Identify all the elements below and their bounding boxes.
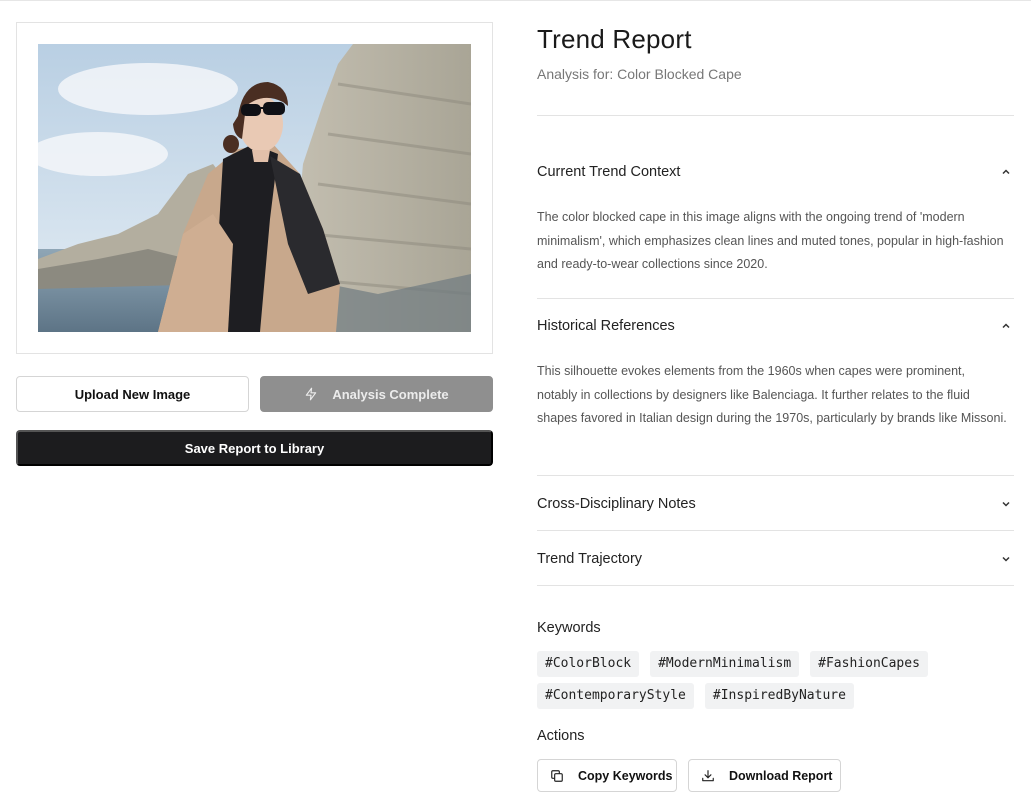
save-report-button[interactable]: Save Report to Library bbox=[16, 430, 493, 466]
section-divider bbox=[537, 475, 1014, 476]
accordion-trend-trajectory[interactable]: Trend Trajectory bbox=[537, 549, 1014, 569]
accordion-body-historical-references: This silhouette evokes elements from the… bbox=[537, 364, 1007, 425]
copy-keywords-button[interactable]: Copy Keywords bbox=[537, 759, 677, 792]
actions-label: Actions bbox=[537, 728, 585, 744]
download-report-label: Download Report bbox=[729, 768, 833, 783]
report-subtitle: Analysis for: Color Blocked Cape bbox=[537, 66, 742, 82]
keyword-tag[interactable]: #FashionCapes bbox=[810, 651, 928, 677]
analysis-button-label: Analysis Complete bbox=[332, 386, 449, 402]
keyword-tag[interactable]: #ModernMinimalism bbox=[650, 651, 800, 677]
accordion-title: Trend Trajectory bbox=[537, 551, 643, 567]
save-button-label: Save Report to Library bbox=[184, 440, 325, 456]
section-divider bbox=[537, 530, 1014, 531]
chevron-up-icon bbox=[1000, 166, 1012, 178]
chevron-down-icon bbox=[1000, 553, 1012, 565]
download-icon bbox=[701, 769, 715, 783]
accordion-title: Cross-Disciplinary Notes bbox=[537, 496, 696, 512]
header-divider bbox=[537, 115, 1014, 116]
keyword-tag[interactable]: #InspiredByNature bbox=[704, 683, 854, 709]
page-title: Trend Report bbox=[537, 24, 692, 54]
chevron-down-icon bbox=[1000, 498, 1012, 510]
accordion-title: Current Trend Context bbox=[537, 164, 681, 180]
accordion-body-current-trend-context: The color blocked cape in this image ali… bbox=[537, 210, 1004, 271]
copy-icon bbox=[550, 769, 564, 783]
analysis-complete-button[interactable]: Analysis Complete bbox=[260, 376, 493, 412]
uploaded-fashion-photo bbox=[38, 44, 471, 332]
keywords-label: Keywords bbox=[537, 620, 601, 636]
upload-new-image-button[interactable]: Upload New Image bbox=[16, 376, 249, 412]
chevron-up-icon bbox=[1000, 320, 1012, 332]
upload-button-label: Upload New Image bbox=[74, 386, 191, 402]
copy-keywords-label: Copy Keywords bbox=[578, 768, 673, 783]
keyword-tag[interactable]: #ColorBlock bbox=[537, 651, 640, 677]
accordion-title: Historical References bbox=[537, 318, 675, 334]
section-divider bbox=[537, 585, 1014, 586]
accordion-current-trend-context[interactable]: Current Trend Context bbox=[537, 162, 1014, 182]
keyword-tag[interactable]: #ContemporaryStyle bbox=[537, 683, 694, 709]
keyword-tag-list: #ColorBlock #ModernMinimalism #FashionCa… bbox=[537, 651, 957, 709]
accordion-cross-disciplinary-notes[interactable]: Cross-Disciplinary Notes bbox=[537, 494, 1014, 514]
accordion-historical-references[interactable]: Historical References bbox=[537, 316, 1014, 336]
image-preview-card bbox=[16, 22, 493, 354]
section-divider bbox=[537, 298, 1014, 299]
bolt-icon bbox=[304, 387, 318, 401]
download-report-button[interactable]: Download Report bbox=[688, 759, 841, 792]
top-border bbox=[0, 0, 1031, 1]
